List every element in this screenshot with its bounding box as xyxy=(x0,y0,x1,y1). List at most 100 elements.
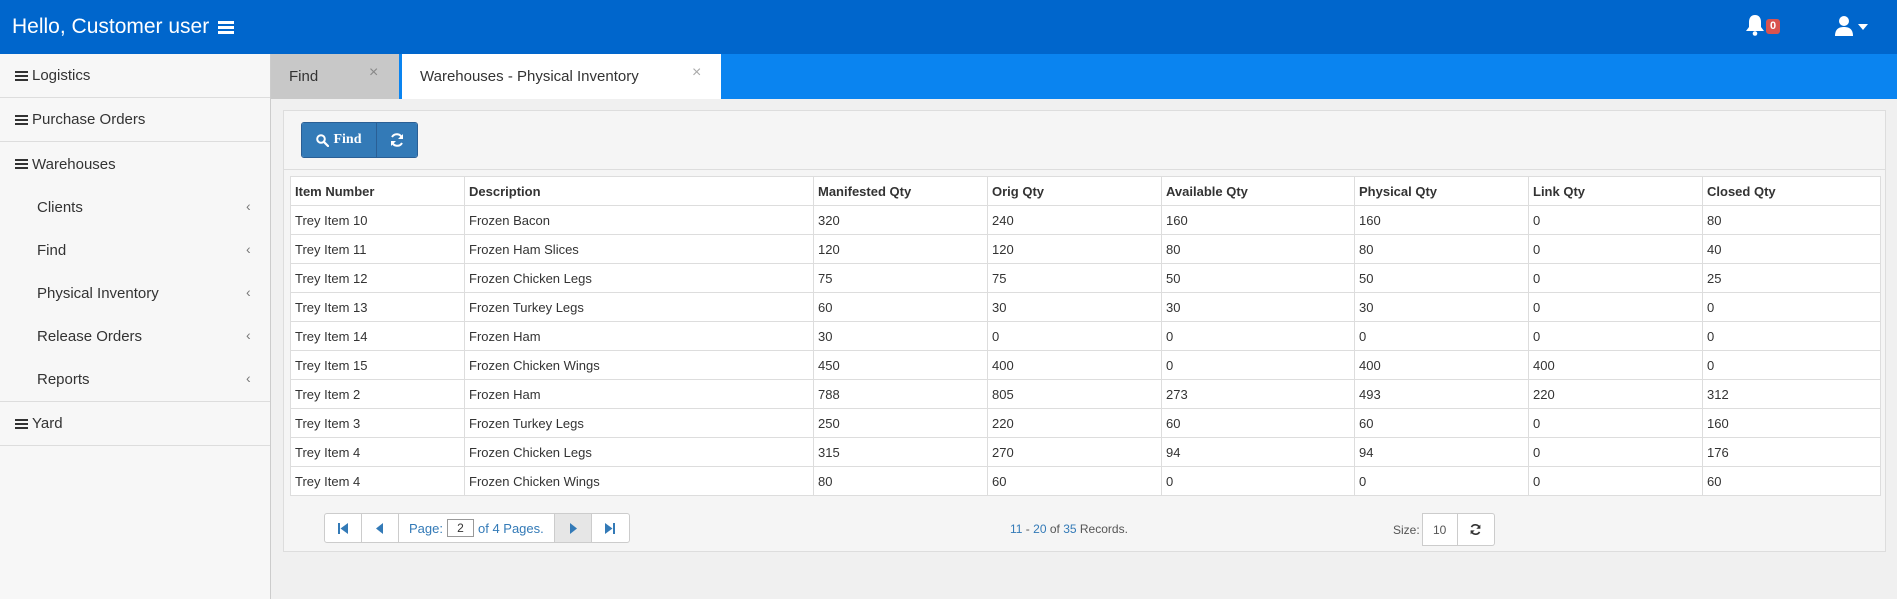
sidebar-item-reports[interactable]: Reports ‹ xyxy=(0,358,270,401)
apply-size-button[interactable] xyxy=(1457,513,1495,546)
table-row[interactable]: Trey Item 4 Frozen Chicken Legs 315 270 94 94… xyxy=(290,437,1881,467)
column-header[interactable]: Closed Qty xyxy=(1702,176,1881,206)
table-row[interactable]: Trey Item 2 Frozen Ham 788 805 273 493 220 312 xyxy=(290,379,1881,409)
hamburger-menu-icon[interactable] xyxy=(218,19,235,36)
column-header[interactable]: Link Qty xyxy=(1528,176,1703,206)
column-header[interactable]: Physical Qty xyxy=(1354,176,1529,206)
page-indicator: Page: of 4 Pages. xyxy=(399,514,555,542)
table-header-row: Item Number Description Manifested Qty Orig… xyxy=(290,176,1881,206)
table-cell: 805 xyxy=(987,379,1162,409)
content-panel: Find Item Number Description Manifested Qt… xyxy=(283,110,1886,552)
table-cell: 75 xyxy=(813,263,988,293)
table-cell: 80 xyxy=(1354,234,1529,264)
table-cell: 60 xyxy=(1702,466,1881,496)
previous-page-button[interactable] xyxy=(362,514,399,542)
table-cell: 50 xyxy=(1354,263,1529,293)
greeting: Hello, Customer user xyxy=(0,15,235,39)
sidebar-item-label: Purchase Orders xyxy=(32,111,146,128)
tab-find[interactable]: Find × xyxy=(271,54,399,99)
range-end: 20 xyxy=(1033,522,1047,536)
toolbar: Find xyxy=(301,122,418,158)
table-row[interactable]: Trey Item 14 Frozen Ham 30 0 0 0 0 0 xyxy=(290,321,1881,351)
table-cell: Trey Item 10 xyxy=(290,205,465,235)
table-cell: Trey Item 13 xyxy=(290,292,465,322)
tab-physical-inventory[interactable]: Warehouses - Physical Inventory × xyxy=(399,54,721,99)
table-cell: 94 xyxy=(1354,437,1529,467)
find-button-label: Find xyxy=(333,132,362,147)
table-cell: 0 xyxy=(1528,234,1703,264)
table-cell: 120 xyxy=(813,234,988,264)
table-cell: 176 xyxy=(1702,437,1881,467)
table-cell: Trey Item 4 xyxy=(290,437,465,467)
table-row[interactable]: Trey Item 3 Frozen Turkey Legs 250 220 60 60 0… xyxy=(290,408,1881,438)
chevron-left-icon: ‹ xyxy=(246,284,251,300)
sidebar-item-purchase-orders[interactable]: Purchase Orders xyxy=(0,98,270,142)
pagination: Page: of 4 Pages. xyxy=(324,513,630,543)
table-cell: 400 xyxy=(1528,350,1703,380)
close-icon[interactable]: × xyxy=(692,64,701,82)
column-header[interactable]: Orig Qty xyxy=(987,176,1162,206)
column-header[interactable]: Item Number xyxy=(290,176,465,206)
sidebar-item-label: Reports xyxy=(37,371,90,388)
range-separator: - xyxy=(1022,522,1034,536)
user-menu-button[interactable] xyxy=(1834,15,1870,39)
table-body: Trey Item 10 Frozen Bacon 320 240 160 160 0 80 T… xyxy=(290,205,1881,496)
page-suffix: of 4 Pages. xyxy=(477,520,544,536)
sidebar-item-yard[interactable]: Yard xyxy=(0,402,270,446)
table-cell: 50 xyxy=(1161,263,1355,293)
table-cell: 0 xyxy=(1702,321,1881,351)
find-button[interactable]: Find xyxy=(302,123,377,157)
sidebar-item-clients[interactable]: Clients ‹ xyxy=(0,186,270,229)
close-icon[interactable]: × xyxy=(369,64,378,82)
table-row[interactable]: Trey Item 15 Frozen Chicken Wings 450 400 0 4… xyxy=(290,350,1881,380)
notification-badge: 0 xyxy=(1766,19,1781,34)
table-cell: 312 xyxy=(1702,379,1881,409)
table-cell: 0 xyxy=(1161,321,1355,351)
sidebar-item-label: Physical Inventory xyxy=(37,285,159,302)
first-page-icon xyxy=(338,522,348,534)
sidebar-item-logistics[interactable]: Logistics xyxy=(0,54,270,98)
table-row[interactable]: Trey Item 13 Frozen Turkey Legs 60 30 30 30 0 0 xyxy=(290,292,1881,322)
notifications-button[interactable]: 0 xyxy=(1745,14,1785,40)
last-page-button[interactable] xyxy=(592,514,629,542)
table-cell: 80 xyxy=(1161,234,1355,264)
size-label: Size: xyxy=(1393,522,1420,537)
table-row[interactable]: Trey Item 10 Frozen Bacon 320 240 160 160 0 80 xyxy=(290,205,1881,235)
range-start: 11 xyxy=(1010,522,1023,536)
chevron-down-icon xyxy=(1858,24,1868,30)
sidebar-item-physical-inventory[interactable]: Physical Inventory ‹ xyxy=(0,272,270,315)
table-cell: 0 xyxy=(987,321,1162,351)
chevron-left-icon: ‹ xyxy=(246,370,251,386)
table-row[interactable]: Trey Item 11 Frozen Ham Slices 120 120 80 80 0… xyxy=(290,234,1881,264)
column-header[interactable]: Description xyxy=(464,176,814,206)
chevron-left-icon: ‹ xyxy=(246,198,251,214)
sidebar-item-warehouses[interactable]: Warehouses xyxy=(0,142,270,186)
table-cell: 0 xyxy=(1528,321,1703,351)
table-cell: 0 xyxy=(1161,350,1355,380)
table-cell: 0 xyxy=(1354,466,1529,496)
table-cell: Frozen Turkey Legs xyxy=(464,408,814,438)
table-cell: 0 xyxy=(1528,437,1703,467)
page-number-input[interactable] xyxy=(446,519,474,537)
table-cell: 75 xyxy=(987,263,1162,293)
first-page-button[interactable] xyxy=(325,514,362,542)
inventory-table: Item Number Description Manifested Qty Orig… xyxy=(290,176,1881,496)
of-text: of xyxy=(1046,522,1064,536)
page-size-input[interactable] xyxy=(1421,513,1458,546)
sidebar-item-label: Release Orders xyxy=(37,328,143,345)
table-row[interactable]: Trey Item 4 Frozen Chicken Wings 80 60 0 0 0 60 xyxy=(290,466,1881,496)
table-row[interactable]: Trey Item 12 Frozen Chicken Legs 75 75 50 50 0… xyxy=(290,263,1881,293)
records-summary: 11 - 20 of 35 Records. xyxy=(1010,522,1128,536)
refresh-button[interactable] xyxy=(377,123,417,157)
next-page-button[interactable] xyxy=(554,514,592,542)
column-header[interactable]: Available Qty xyxy=(1161,176,1355,206)
sidebar-item-find[interactable]: Find ‹ xyxy=(0,229,270,272)
table-cell: 320 xyxy=(813,205,988,235)
column-header[interactable]: Manifested Qty xyxy=(813,176,988,206)
table-cell: 315 xyxy=(813,437,988,467)
sidebar-item-release-orders[interactable]: Release Orders ‹ xyxy=(0,315,270,358)
table-cell: Trey Item 11 xyxy=(290,234,465,264)
table-cell: 30 xyxy=(813,321,988,351)
table-cell: 60 xyxy=(1161,408,1355,438)
search-icon xyxy=(316,133,330,147)
